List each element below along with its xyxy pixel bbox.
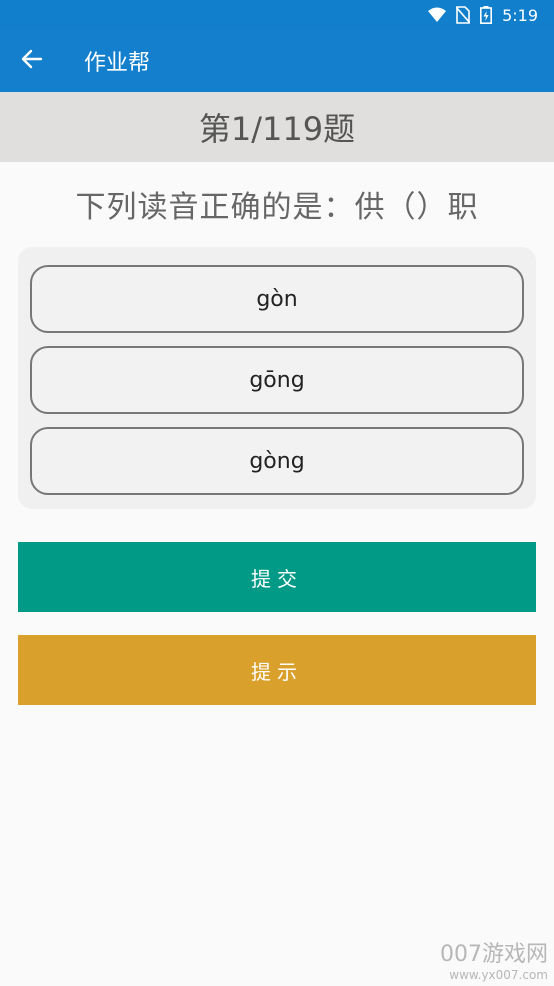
watermark: 007游戏网 www.yx007.com [440, 936, 548, 982]
option-1[interactable]: gòn [30, 265, 524, 333]
submit-button[interactable]: 提交 [18, 542, 536, 612]
question-counter: 第1/119题 [0, 92, 554, 162]
back-button[interactable] [0, 30, 64, 92]
watermark-url: www.yx007.com [449, 968, 548, 982]
option-2[interactable]: gōng [30, 346, 524, 414]
watermark-brand: 007游戏网 [440, 942, 548, 967]
app-title: 作业帮 [84, 51, 151, 76]
arrow-left-icon [21, 48, 43, 74]
no-sim-icon [456, 6, 471, 24]
battery-icon [480, 6, 493, 24]
status-bar: 5:19 [0, 0, 554, 30]
options-panel: gòn gōng gòng [18, 247, 536, 509]
wifi-icon [428, 7, 447, 23]
question-text: 下列读音正确的是：供（）职 [75, 190, 479, 225]
status-time: 5:19 [502, 5, 538, 25]
hint-button[interactable]: 提示 [18, 635, 536, 705]
app-bar: 作业帮 [0, 30, 554, 92]
option-3[interactable]: gòng [30, 427, 524, 495]
